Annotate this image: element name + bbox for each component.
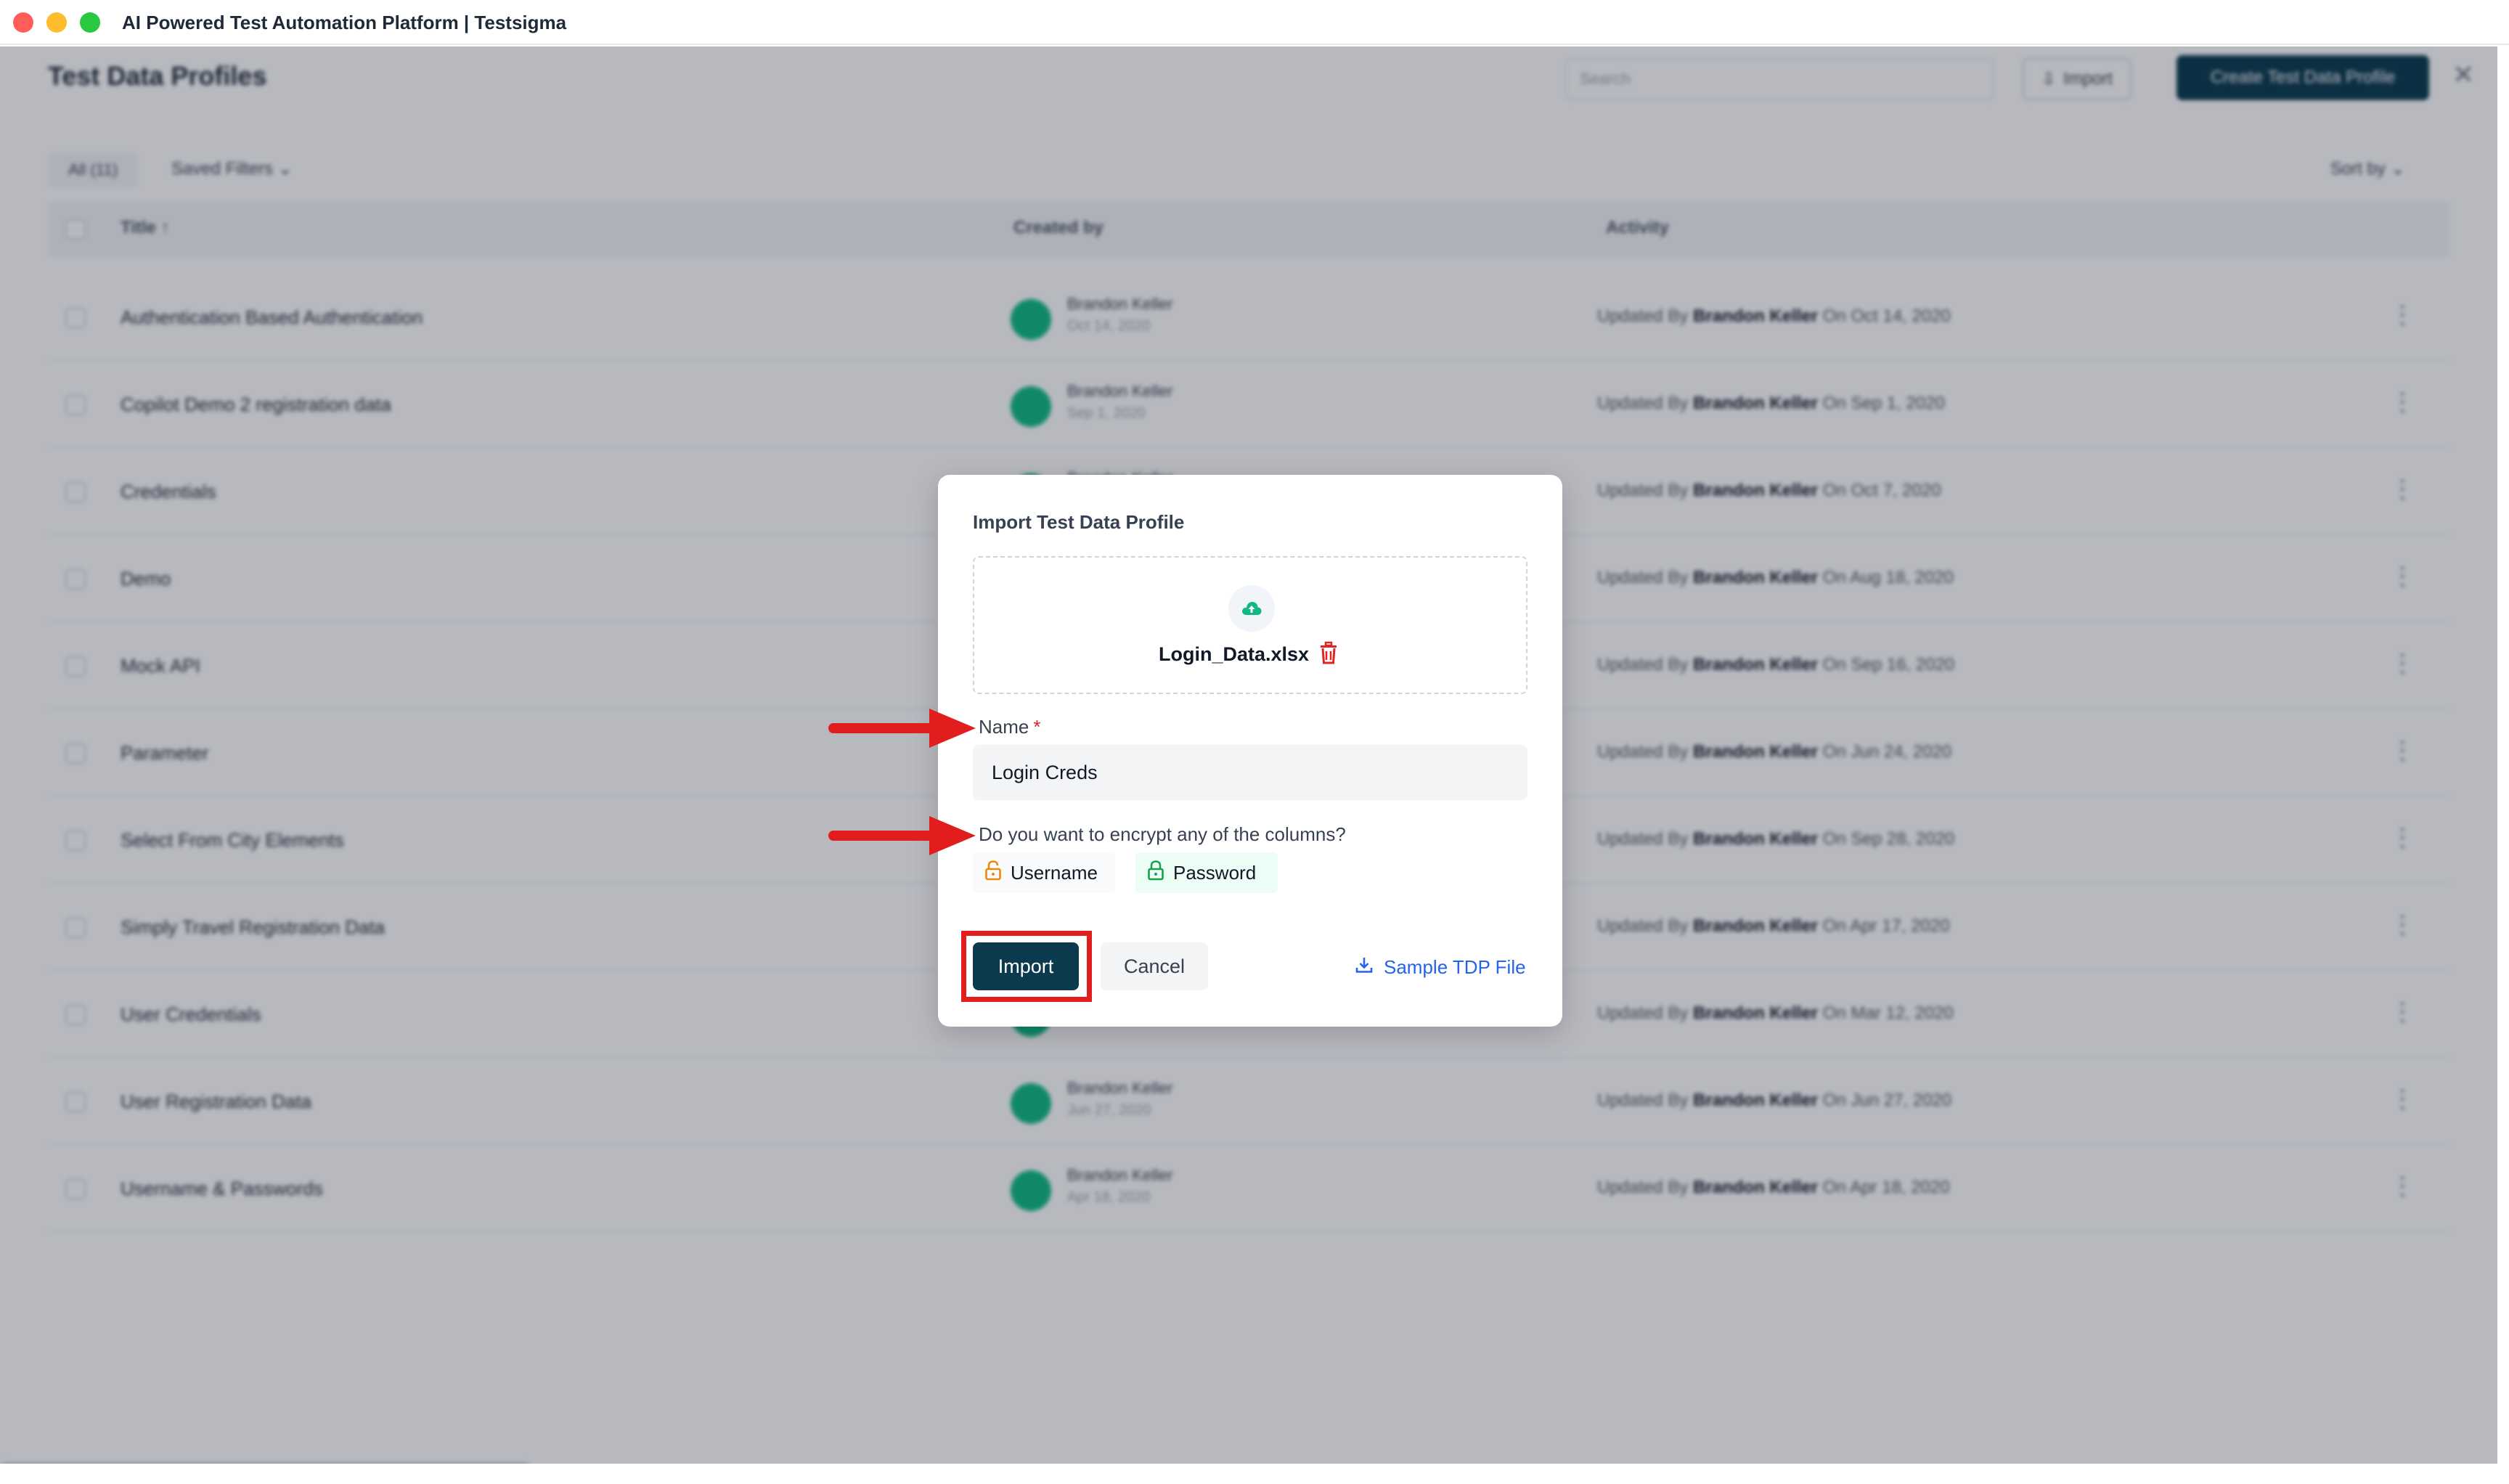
name-field-label: Name * [979,716,1040,738]
annotation-arrow-name [828,709,976,748]
sample-link-label: Sample TDP File [1384,956,1526,978]
upload-cloud-icon [1228,585,1275,632]
encrypt-column-password-chip[interactable]: Password [1135,852,1278,893]
lock-icon [1147,860,1164,886]
cancel-button[interactable]: Cancel [1101,942,1208,990]
annotation-arrow-encrypt [828,816,976,855]
sample-tdp-file-link[interactable]: Sample TDP File [1355,955,1526,979]
close-window-button[interactable] [13,12,33,33]
chip-label: Password [1173,861,1257,884]
import-test-data-profile-dialog: Import Test Data Profile Login_Data.xlsx… [938,475,1562,1027]
delete-file-icon[interactable] [1317,640,1340,666]
file-dropzone[interactable]: Login_Data.xlsx [973,556,1527,694]
window-title: AI Powered Test Automation Platform | Te… [122,12,567,33]
minimize-window-button[interactable] [46,12,67,33]
download-icon [1355,955,1374,979]
name-label-text: Name [979,716,1029,738]
annotation-highlight-box [961,931,1092,1002]
maximize-window-button[interactable] [80,12,100,33]
encrypt-columns-label: Do you want to encrypt any of the column… [979,823,1346,845]
name-input[interactable] [973,745,1527,800]
uploaded-file-name: Login_Data.xlsx [1159,643,1310,665]
chip-label: Username [1011,861,1098,884]
dialog-title: Import Test Data Profile [973,511,1185,533]
required-marker: * [1033,716,1041,738]
window-titlebar: AI Powered Test Automation Platform | Te… [0,0,2509,45]
encrypt-column-username-chip[interactable]: Username [973,852,1115,893]
unlock-icon [984,860,1002,886]
